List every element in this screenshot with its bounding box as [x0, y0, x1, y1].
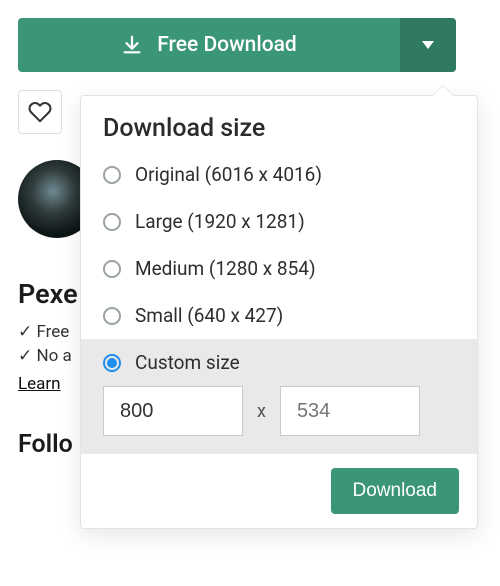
size-option-medium[interactable]: Medium (1280 x 854) [81, 245, 477, 292]
size-option-label: Small (640 x 427) [135, 304, 283, 327]
size-option-label: Large (1920 x 1281) [135, 210, 305, 233]
dimension-separator: x [257, 401, 266, 422]
custom-height-input[interactable] [280, 386, 420, 436]
radio-icon [103, 354, 121, 372]
radio-icon [103, 260, 121, 278]
caret-down-icon [422, 41, 434, 49]
radio-icon [103, 307, 121, 325]
panel-title: Download size [81, 96, 477, 151]
free-download-label: Free Download [157, 33, 297, 57]
size-option-label: Medium (1280 x 854) [135, 257, 316, 280]
heart-icon [28, 100, 52, 124]
size-option-label: Original (6016 x 4016) [135, 163, 322, 186]
custom-width-input[interactable] [103, 386, 243, 436]
size-option-custom[interactable]: Custom size [81, 351, 477, 386]
download-size-panel: Download size Original (6016 x 4016) Lar… [80, 95, 478, 529]
free-download-button[interactable]: Free Download [18, 18, 456, 72]
radio-icon [103, 166, 121, 184]
free-download-button-main[interactable]: Free Download [18, 33, 400, 57]
download-button[interactable]: Download [331, 468, 460, 514]
download-icon [121, 34, 143, 56]
size-option-small[interactable]: Small (640 x 427) [81, 292, 477, 339]
radio-icon [103, 213, 121, 231]
size-option-label: Custom size [135, 351, 240, 374]
download-size-toggle[interactable] [400, 18, 456, 72]
like-button[interactable] [18, 90, 62, 134]
size-option-large[interactable]: Large (1920 x 1281) [81, 198, 477, 245]
size-option-original[interactable]: Original (6016 x 4016) [81, 151, 477, 198]
